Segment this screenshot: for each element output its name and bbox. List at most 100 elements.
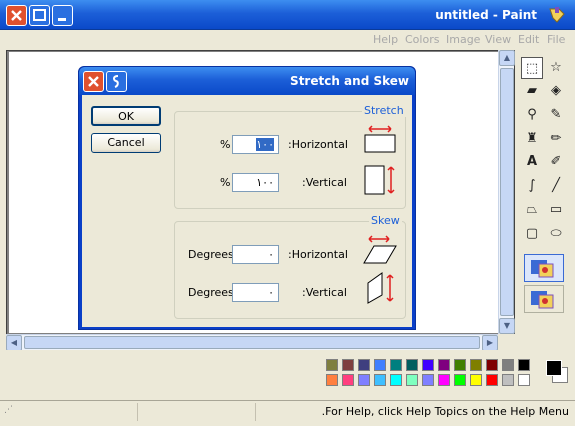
status-panel-1	[22, 403, 138, 421]
ellipse-icon[interactable]: ⬭	[545, 223, 567, 245]
horizontal-scrollbar[interactable]: ◀ ▶	[6, 334, 498, 351]
airbrush-icon[interactable]: ✐	[545, 151, 567, 173]
vertical-scrollbar[interactable]: ▲ ▼	[498, 50, 515, 335]
color-palette	[326, 359, 542, 389]
palette-swatch[interactable]	[326, 374, 338, 386]
stretch-horizontal-value: ١٠٠	[256, 138, 274, 151]
close-icon	[11, 10, 22, 21]
stretch-group-label: Stretch	[362, 104, 406, 117]
scroll-corner	[498, 334, 515, 350]
palette-swatch[interactable]	[374, 359, 386, 371]
stretch-horizontal-icon	[363, 124, 397, 154]
menu-bar: Help Colors Image View Edit File	[0, 30, 575, 49]
minimize-button[interactable]	[52, 5, 73, 26]
palette-swatch[interactable]	[470, 374, 482, 386]
palette-swatch[interactable]	[518, 374, 530, 386]
free-select-icon[interactable]: ☆	[545, 57, 567, 79]
rect-select-icon[interactable]: ⬚	[521, 57, 543, 79]
scroll-right-icon[interactable]: ▶	[482, 335, 498, 351]
menu-help[interactable]: Help	[373, 33, 398, 46]
vertical-scroll-thumb[interactable]	[500, 68, 514, 316]
minimize-icon	[58, 18, 66, 21]
dialog-close-button[interactable]	[83, 71, 104, 92]
skew-vertical-label: :Vertical	[302, 286, 347, 299]
palette-swatch[interactable]	[518, 359, 530, 371]
app-title: untitled - Paint	[435, 8, 537, 22]
palette-swatch[interactable]	[406, 359, 418, 371]
skew-vertical-input[interactable]: ٠	[232, 283, 279, 302]
dialog-title-bar[interactable]: Stretch and Skew	[79, 67, 415, 95]
skew-horizontal-input[interactable]: ٠	[232, 245, 279, 264]
curve-icon[interactable]: ∫	[521, 175, 543, 197]
rectangle-icon[interactable]: ▭	[545, 199, 567, 221]
skew-v-degrees-label: Degrees	[188, 286, 234, 299]
palette-swatch[interactable]	[422, 374, 434, 386]
palette-swatch[interactable]	[486, 359, 498, 371]
palette-swatch[interactable]	[374, 374, 386, 386]
palette-swatch[interactable]	[326, 359, 338, 371]
help-icon	[112, 75, 119, 88]
stretch-horizontal-label: :Horizontal	[288, 138, 348, 151]
palette-swatch[interactable]	[342, 374, 354, 386]
opaque-selection-option[interactable]	[524, 254, 564, 282]
dialog-body: OK Cancel Stretch % ١٠٠ :Horizontal % ١٠…	[82, 95, 412, 327]
rounded-rect-icon[interactable]: ▢	[521, 223, 543, 245]
palette-swatch[interactable]	[358, 359, 370, 371]
stretch-vertical-icon	[363, 164, 397, 196]
palette-swatch[interactable]	[390, 374, 402, 386]
magnifier-icon[interactable]: ⚲	[521, 104, 543, 126]
palette-swatch[interactable]	[390, 359, 402, 371]
palette-swatch[interactable]	[502, 374, 514, 386]
dialog-help-button[interactable]	[106, 71, 127, 92]
menu-image[interactable]: Image	[446, 33, 480, 46]
horizontal-scroll-thumb[interactable]	[24, 336, 480, 349]
maximize-icon	[33, 9, 46, 21]
stretch-vertical-input[interactable]: ١٠٠	[232, 173, 279, 192]
palette-swatch[interactable]	[406, 374, 418, 386]
eraser-icon[interactable]: ▰	[521, 80, 543, 102]
current-colors[interactable]	[543, 357, 570, 387]
scroll-left-icon[interactable]: ◀	[6, 335, 22, 351]
palette-swatch[interactable]	[342, 359, 354, 371]
paint-app-icon	[547, 6, 567, 24]
transparent-selection-option[interactable]	[524, 285, 564, 313]
close-button[interactable]	[6, 5, 27, 26]
scroll-up-icon[interactable]: ▲	[499, 50, 515, 66]
skew-vertical-icon	[366, 271, 400, 305]
foreground-color-swatch	[546, 360, 562, 376]
resize-grip-icon[interactable]: ⋰	[4, 405, 18, 421]
palette-swatch[interactable]	[502, 359, 514, 371]
polygon-icon[interactable]: ⏢	[521, 199, 543, 221]
status-panel-2	[140, 403, 256, 421]
palette-swatch[interactable]	[486, 374, 498, 386]
cancel-button[interactable]: Cancel	[91, 133, 161, 153]
text-tool-icon[interactable]: A	[521, 151, 543, 173]
ok-button[interactable]: OK	[91, 106, 161, 126]
scroll-down-icon[interactable]: ▼	[499, 318, 515, 334]
transparent-selection-icon	[531, 291, 554, 309]
stretch-skew-dialog: Stretch and Skew OK Cancel Stretch % ١٠٠…	[78, 66, 416, 330]
palette-swatch[interactable]	[358, 374, 370, 386]
maximize-button[interactable]	[29, 5, 50, 26]
palette-swatch[interactable]	[438, 359, 450, 371]
palette-swatch[interactable]	[470, 359, 482, 371]
palette-swatch[interactable]	[454, 359, 466, 371]
stretch-horizontal-input[interactable]: ١٠٠	[232, 135, 279, 154]
skew-group-label: Skew	[369, 214, 402, 227]
line-icon[interactable]: ╱	[545, 175, 567, 197]
menu-colors[interactable]: Colors	[405, 33, 439, 46]
menu-view[interactable]: View	[485, 33, 511, 46]
menu-file[interactable]: File	[547, 33, 565, 46]
fill-bucket-icon[interactable]: ◈	[545, 80, 567, 102]
dialog-title: Stretch and Skew	[290, 74, 409, 88]
pencil-icon[interactable]: ✏	[545, 128, 567, 150]
stretch-vertical-label: :Vertical	[302, 176, 347, 189]
color-picker-icon[interactable]: ✎	[545, 104, 567, 126]
menu-edit[interactable]: Edit	[518, 33, 539, 46]
brush-icon[interactable]: ♜	[521, 128, 543, 150]
palette-swatch[interactable]	[422, 359, 434, 371]
palette-swatch[interactable]	[454, 374, 466, 386]
close-icon	[88, 76, 99, 87]
palette-swatch[interactable]	[438, 374, 450, 386]
stretch-v-percent: %	[220, 176, 231, 189]
